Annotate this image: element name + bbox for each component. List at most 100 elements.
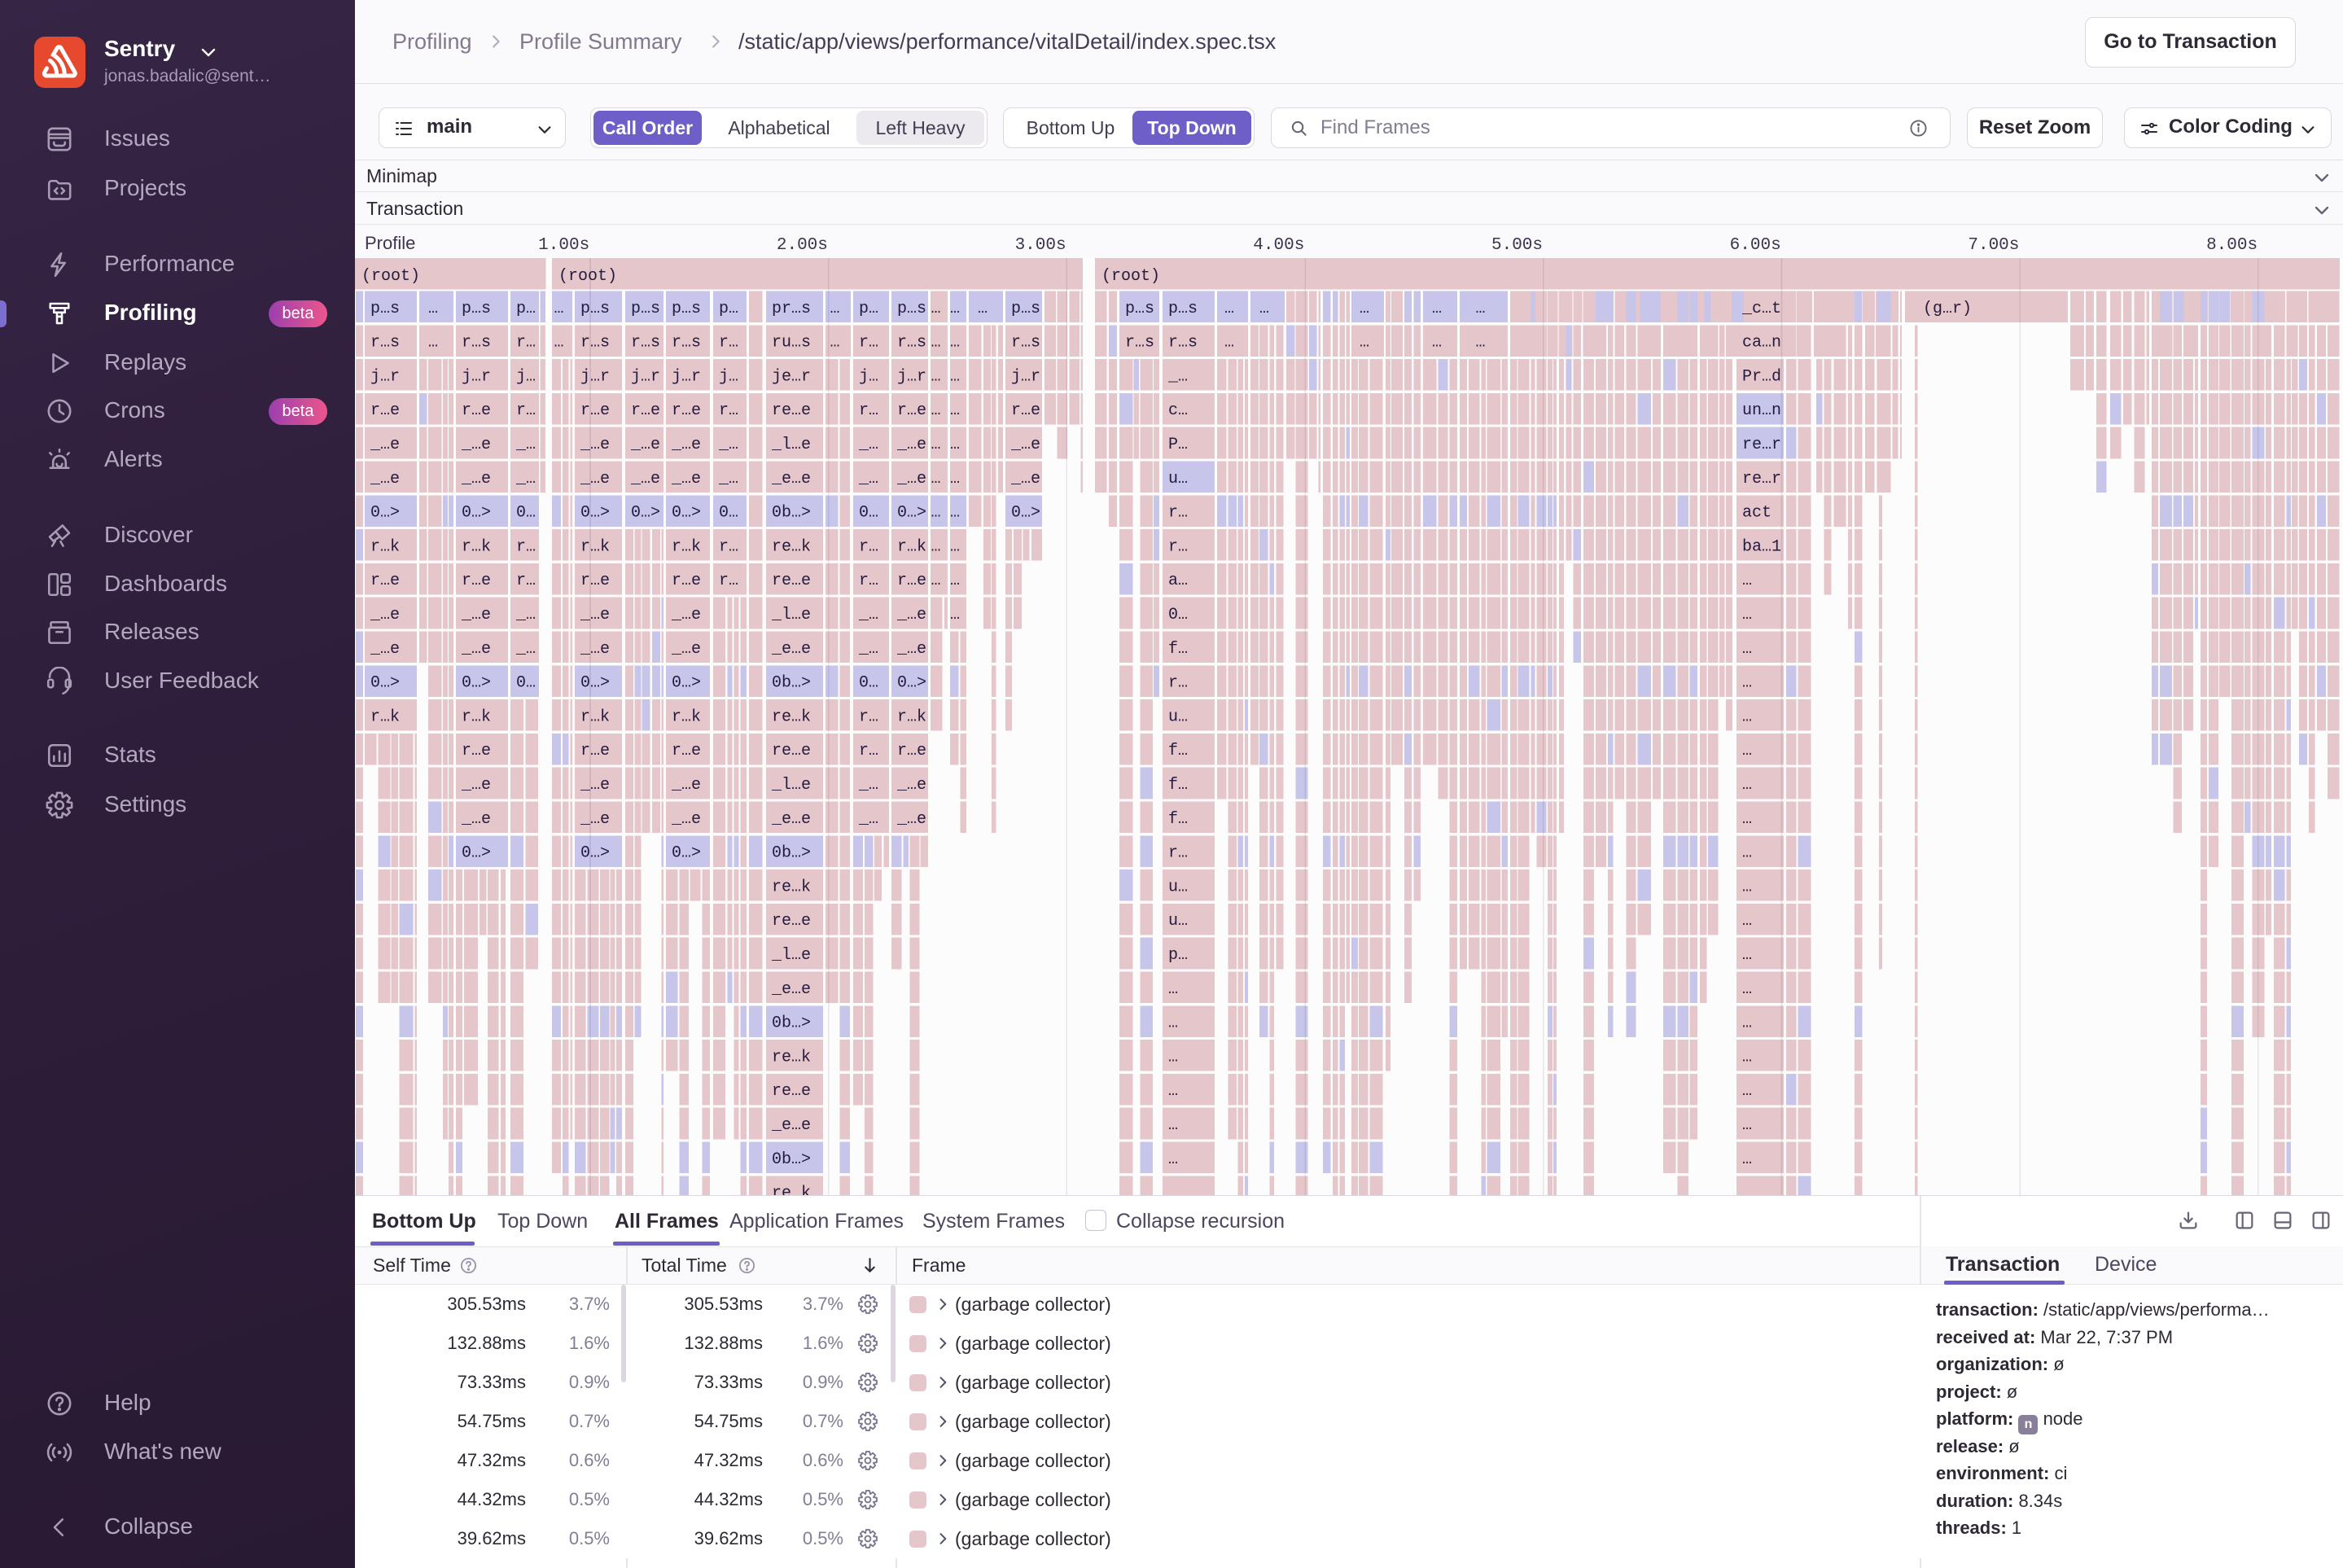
svg-text:_…: _… bbox=[515, 436, 536, 454]
svg-text:…: … bbox=[1360, 300, 1369, 318]
svg-text:0…>: 0…> bbox=[672, 844, 701, 863]
svg-text:r…: r… bbox=[859, 537, 878, 556]
svg-text:_…e: _…e bbox=[461, 436, 491, 454]
svg-text:0…>: 0…> bbox=[580, 504, 610, 523]
svg-text:…: … bbox=[1742, 640, 1752, 659]
svg-text:…: … bbox=[931, 504, 941, 523]
svg-text:…: … bbox=[950, 367, 960, 386]
svg-text:…: … bbox=[950, 537, 960, 556]
svg-text:r…s: r…s bbox=[370, 334, 400, 353]
svg-text:r…e: r…e bbox=[672, 401, 701, 420]
svg-text:_e…e: _e…e bbox=[771, 1116, 811, 1135]
svg-text:p…s: p…s bbox=[1125, 300, 1154, 318]
svg-text:0…>: 0…> bbox=[462, 674, 491, 693]
svg-text:act: act bbox=[1742, 504, 1771, 523]
svg-text:…: … bbox=[931, 436, 941, 454]
svg-text:r…: r… bbox=[719, 537, 738, 556]
svg-text:…: … bbox=[830, 334, 840, 353]
svg-text:_c…t: _c…t bbox=[1741, 300, 1781, 318]
svg-text:…: … bbox=[1742, 572, 1752, 590]
svg-text:_…: _… bbox=[858, 776, 878, 795]
svg-text:…: … bbox=[1476, 300, 1486, 318]
svg-text:r…: r… bbox=[1168, 504, 1188, 523]
svg-text:r…e: r…e bbox=[370, 572, 400, 590]
svg-text:r…e: r…e bbox=[462, 572, 491, 590]
svg-text:r…k: r…k bbox=[672, 537, 701, 556]
svg-text:_…e: _…e bbox=[461, 640, 491, 659]
svg-text:…: … bbox=[1168, 1048, 1178, 1067]
svg-text:ba…1: ba…1 bbox=[1742, 537, 1781, 556]
svg-text:…: … bbox=[978, 300, 988, 318]
svg-text:j…r: j…r bbox=[897, 367, 926, 386]
svg-text:r…: r… bbox=[859, 401, 878, 420]
svg-text:f…: f… bbox=[1168, 810, 1188, 829]
svg-text:5.00s: 5.00s bbox=[1491, 236, 1543, 255]
svg-text:_l…e: _l…e bbox=[771, 776, 811, 795]
svg-text:c…: c… bbox=[1168, 401, 1188, 420]
svg-text:_…e: _…e bbox=[370, 606, 400, 624]
svg-text:_e…e: _e…e bbox=[771, 980, 811, 999]
svg-text:_…e: _…e bbox=[671, 776, 701, 795]
svg-text:…: … bbox=[1432, 334, 1442, 353]
svg-text:_…e: _…e bbox=[580, 470, 610, 488]
svg-text:r…k: r…k bbox=[672, 707, 701, 726]
svg-text:0b…>: 0b…> bbox=[772, 1150, 811, 1169]
svg-text:r…e: r…e bbox=[1011, 401, 1040, 420]
svg-text:…: … bbox=[1742, 946, 1752, 965]
svg-text:r…e: r…e bbox=[580, 572, 610, 590]
svg-text:7.00s: 7.00s bbox=[1968, 236, 2019, 255]
svg-text:u…: u… bbox=[1168, 878, 1188, 896]
svg-text:r…e: r…e bbox=[897, 401, 926, 420]
svg-text:1.00s: 1.00s bbox=[538, 236, 589, 255]
svg-text:…: … bbox=[1432, 300, 1442, 318]
svg-text:_…e: _…e bbox=[370, 436, 400, 454]
svg-text:r…: r… bbox=[1168, 844, 1188, 863]
svg-text:…: … bbox=[1742, 810, 1752, 829]
svg-text:un…n: un…n bbox=[1742, 401, 1781, 420]
svg-text:…: … bbox=[1360, 334, 1369, 353]
svg-text:r…: r… bbox=[516, 401, 536, 420]
svg-text:p…s: p…s bbox=[631, 300, 660, 318]
svg-text:re…k: re…k bbox=[772, 878, 811, 896]
svg-text:re…k: re…k bbox=[772, 1048, 811, 1067]
svg-text:_…e: _…e bbox=[580, 640, 610, 659]
svg-text:j…: j… bbox=[719, 367, 738, 386]
svg-text:r…e: r…e bbox=[897, 572, 926, 590]
svg-text:…: … bbox=[1259, 300, 1269, 318]
svg-text:0b…>: 0b…> bbox=[772, 1014, 811, 1033]
svg-text:_…: _… bbox=[858, 810, 878, 829]
svg-text:0…: 0… bbox=[719, 504, 738, 523]
svg-text:p…s: p…s bbox=[580, 300, 610, 318]
svg-text:r…: r… bbox=[1168, 674, 1188, 693]
svg-text:r…s: r…s bbox=[1125, 334, 1154, 353]
svg-text:r…: r… bbox=[719, 334, 738, 353]
svg-text:_…: _… bbox=[858, 606, 878, 624]
svg-text:r…: r… bbox=[516, 537, 536, 556]
svg-text:…: … bbox=[1742, 1116, 1752, 1135]
svg-text:0…>: 0…> bbox=[631, 504, 660, 523]
svg-text:0…>: 0…> bbox=[370, 674, 400, 693]
svg-text:r…: r… bbox=[719, 401, 738, 420]
svg-text:0…>: 0…> bbox=[897, 674, 926, 693]
svg-text:(g…r): (g…r) bbox=[1923, 300, 1972, 318]
svg-text:r…: r… bbox=[859, 334, 878, 353]
svg-text:p…s: p…s bbox=[370, 300, 400, 318]
svg-text:_…: _… bbox=[858, 640, 878, 659]
svg-text:0b…>: 0b…> bbox=[772, 844, 811, 863]
svg-text:…: … bbox=[1742, 1082, 1752, 1101]
svg-text:2.00s: 2.00s bbox=[777, 236, 828, 255]
svg-text:…: … bbox=[428, 300, 438, 318]
svg-text:…: … bbox=[931, 401, 941, 420]
svg-text:0…: 0… bbox=[516, 674, 536, 693]
svg-text:…: … bbox=[1168, 1116, 1178, 1135]
svg-text:je…r: je…r bbox=[772, 367, 811, 386]
svg-text:0b…>: 0b…> bbox=[772, 674, 811, 693]
svg-text:…: … bbox=[1742, 674, 1752, 693]
svg-text:p…: p… bbox=[1168, 946, 1188, 965]
svg-text:…: … bbox=[554, 334, 564, 353]
svg-text:r…s: r…s bbox=[580, 334, 610, 353]
svg-text:re…k: re…k bbox=[772, 537, 811, 556]
svg-text:_l…e: _l…e bbox=[771, 946, 811, 965]
svg-text:_…e: _…e bbox=[461, 776, 491, 795]
svg-text:j…r: j…r bbox=[580, 367, 610, 386]
